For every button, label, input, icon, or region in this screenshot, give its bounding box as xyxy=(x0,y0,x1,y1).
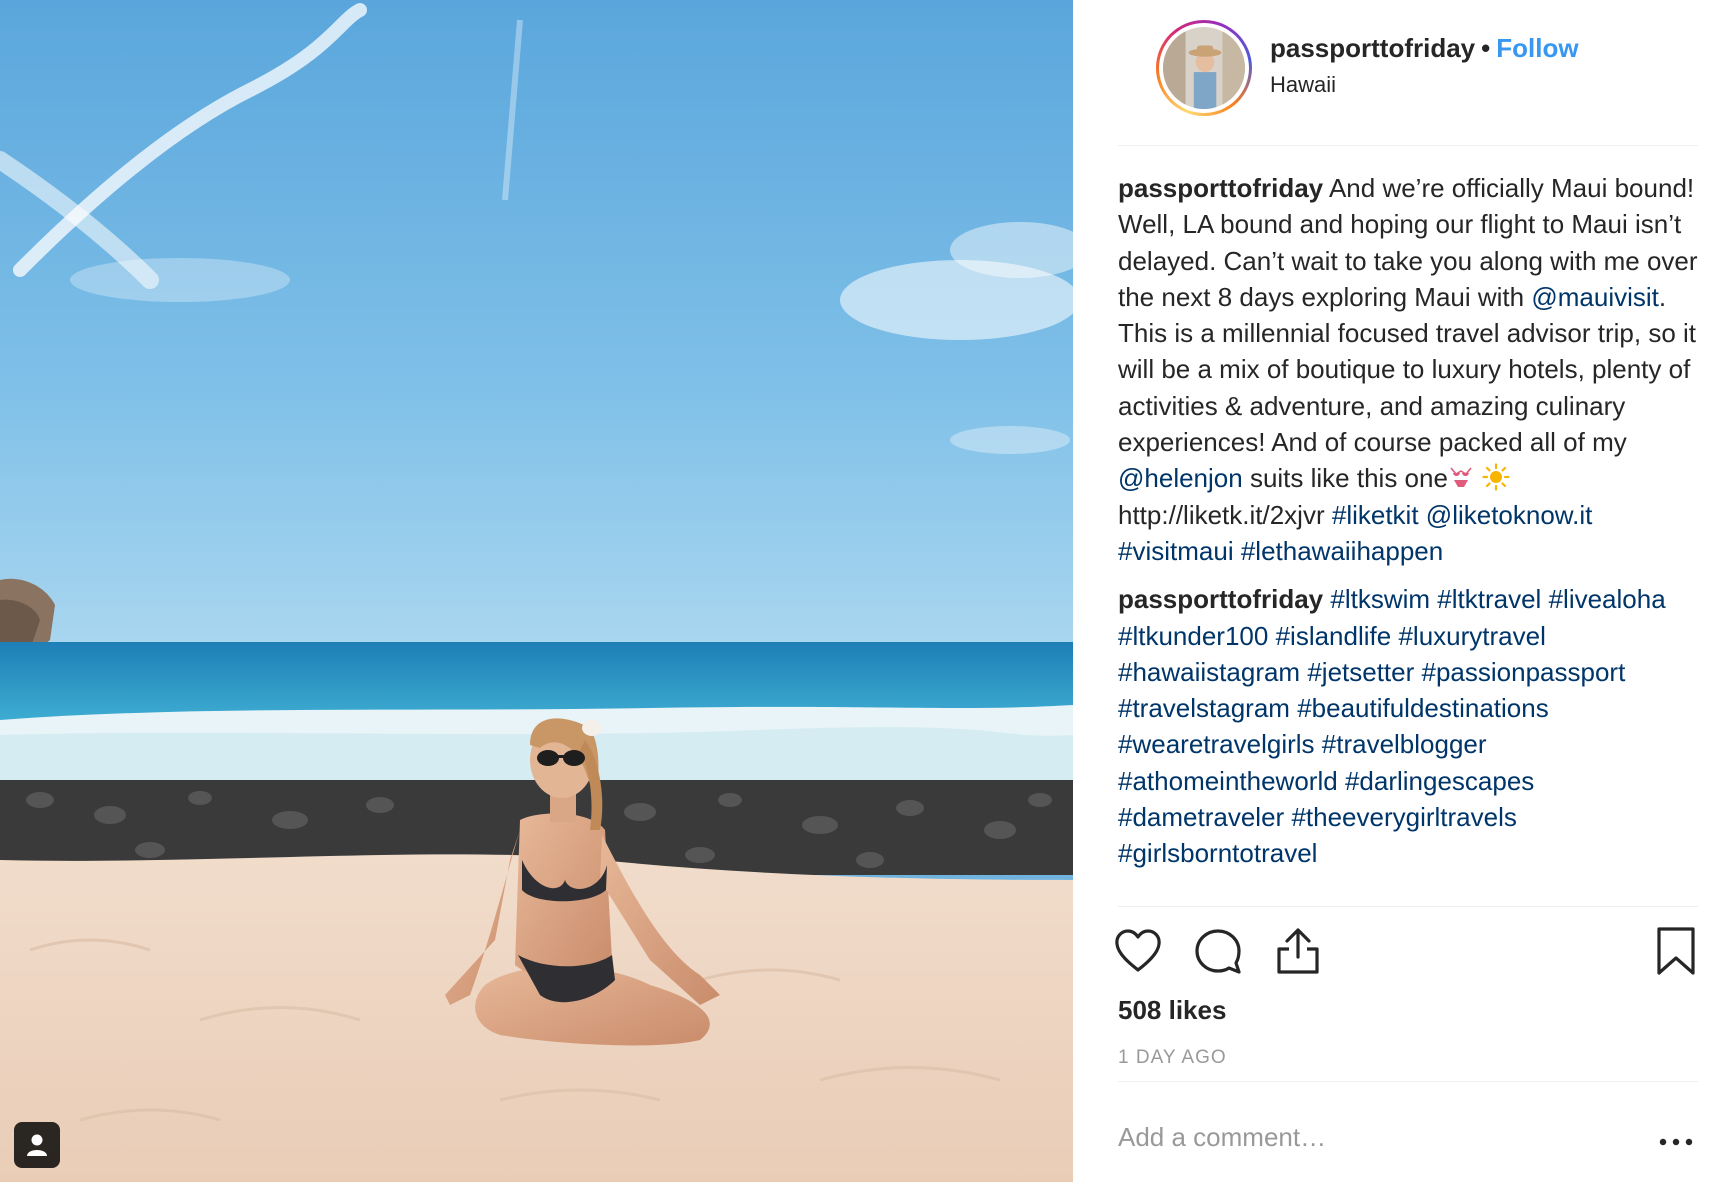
post-header: passporttofriday • Follow Hawaii xyxy=(1118,18,1698,146)
add-comment-input[interactable] xyxy=(1118,1122,1618,1153)
heart-icon xyxy=(1115,929,1161,972)
caption-text-3: suits like this one xyxy=(1242,463,1448,494)
hashtag-link[interactable]: #ltkunder100 xyxy=(1118,621,1268,651)
user-tag-button[interactable] xyxy=(14,1122,60,1168)
share-button[interactable] xyxy=(1272,925,1324,977)
more-options-icon xyxy=(1659,1138,1692,1146)
hashtag-comment-author-link[interactable]: passporttofriday xyxy=(1118,584,1323,614)
post-photo[interactable] xyxy=(0,0,1073,1182)
caption-link-url[interactable]: http://liketk.it/2xjvr xyxy=(1118,500,1325,530)
comments-list: passporttofriday And we’re officially Ma… xyxy=(1118,170,1698,884)
comment-button[interactable] xyxy=(1192,925,1244,977)
hashtag-link[interactable]: #islandlife xyxy=(1276,621,1392,651)
hashtag-link[interactable]: #beautifuldestinations xyxy=(1297,693,1549,723)
separator-dot: • xyxy=(1481,33,1491,63)
comment-bubble-icon xyxy=(1195,929,1241,974)
hashtag-link[interactable]: #athomeintheworld xyxy=(1118,766,1338,796)
mention-liketoknow[interactable]: @liketoknow.it xyxy=(1426,500,1593,530)
more-options-button[interactable] xyxy=(1653,1130,1698,1154)
location-link[interactable]: Hawaii xyxy=(1270,70,1579,100)
sun-emoji-icon xyxy=(1482,463,1510,491)
bikini-emoji-icon xyxy=(1450,467,1472,488)
post-side-panel: passporttofriday • Follow Hawaii passportt… xyxy=(1073,0,1732,1182)
avatar-image xyxy=(1163,27,1245,109)
likes-count[interactable]: 508 likes xyxy=(1118,995,1226,1026)
hashtag-link[interactable]: #livealoha xyxy=(1549,584,1666,614)
username-row: passporttofriday • Follow xyxy=(1270,32,1579,64)
hashtag-link[interactable]: #travelstagram xyxy=(1118,693,1290,723)
caption-author-link[interactable]: passporttofriday xyxy=(1118,173,1323,203)
username-link[interactable]: passporttofriday xyxy=(1270,33,1475,63)
hashtag-link[interactable]: #darlingescapes xyxy=(1345,766,1534,796)
hashtag-comment: passporttofriday #ltkswim #ltktravel #li… xyxy=(1118,581,1698,871)
hashtag-link[interactable]: #jetsetter xyxy=(1307,657,1414,687)
hashtag-liketkit[interactable]: #liketkit xyxy=(1332,500,1419,530)
action-bar xyxy=(1115,925,1698,981)
beach-photo xyxy=(0,0,1073,1182)
mention-helenjon[interactable]: @helenjon xyxy=(1118,463,1243,493)
user-tag-icon xyxy=(27,1134,47,1156)
hashtag-link[interactable]: #ltktravel xyxy=(1437,584,1541,614)
share-upload-icon xyxy=(1277,928,1319,974)
hashtag-link[interactable]: #luxurytravel xyxy=(1398,621,1545,651)
save-button[interactable] xyxy=(1650,925,1702,977)
hashtag-link[interactable]: #hawaiistagram xyxy=(1118,657,1300,687)
mention-mauivisit[interactable]: @mauivisit xyxy=(1531,282,1659,312)
hashtag-link[interactable]: #travelblogger xyxy=(1322,729,1487,759)
hashtag-link[interactable]: #girlsborntotravel xyxy=(1118,838,1317,868)
hashtag-link[interactable]: #ltkswim xyxy=(1330,584,1430,614)
header-text: passporttofriday • Follow Hawaii xyxy=(1270,32,1579,100)
follow-button[interactable]: Follow xyxy=(1496,33,1578,63)
hashtag-visitmaui[interactable]: #visitmaui xyxy=(1118,536,1234,566)
hashtag-link[interactable]: #wearetravelgirls xyxy=(1118,729,1315,759)
avatar[interactable] xyxy=(1156,20,1252,116)
bookmark-icon xyxy=(1657,927,1695,975)
hashtag-lethawaiihappen[interactable]: #lethawaiihappen xyxy=(1241,536,1443,566)
hashtag-link[interactable]: #theeverygirltravels xyxy=(1291,802,1516,832)
hashtag-link[interactable]: #passionpassport xyxy=(1422,657,1626,687)
caption-comment: passporttofriday And we’re officially Ma… xyxy=(1118,170,1698,569)
divider-actions xyxy=(1118,906,1698,907)
like-button[interactable] xyxy=(1112,925,1164,977)
divider-comment-input xyxy=(1118,1081,1698,1082)
post-timestamp[interactable]: 1 DAY AGO xyxy=(1118,1047,1227,1069)
hashtag-link[interactable]: #dametraveler xyxy=(1118,802,1284,832)
avatar-frame xyxy=(1159,23,1249,113)
